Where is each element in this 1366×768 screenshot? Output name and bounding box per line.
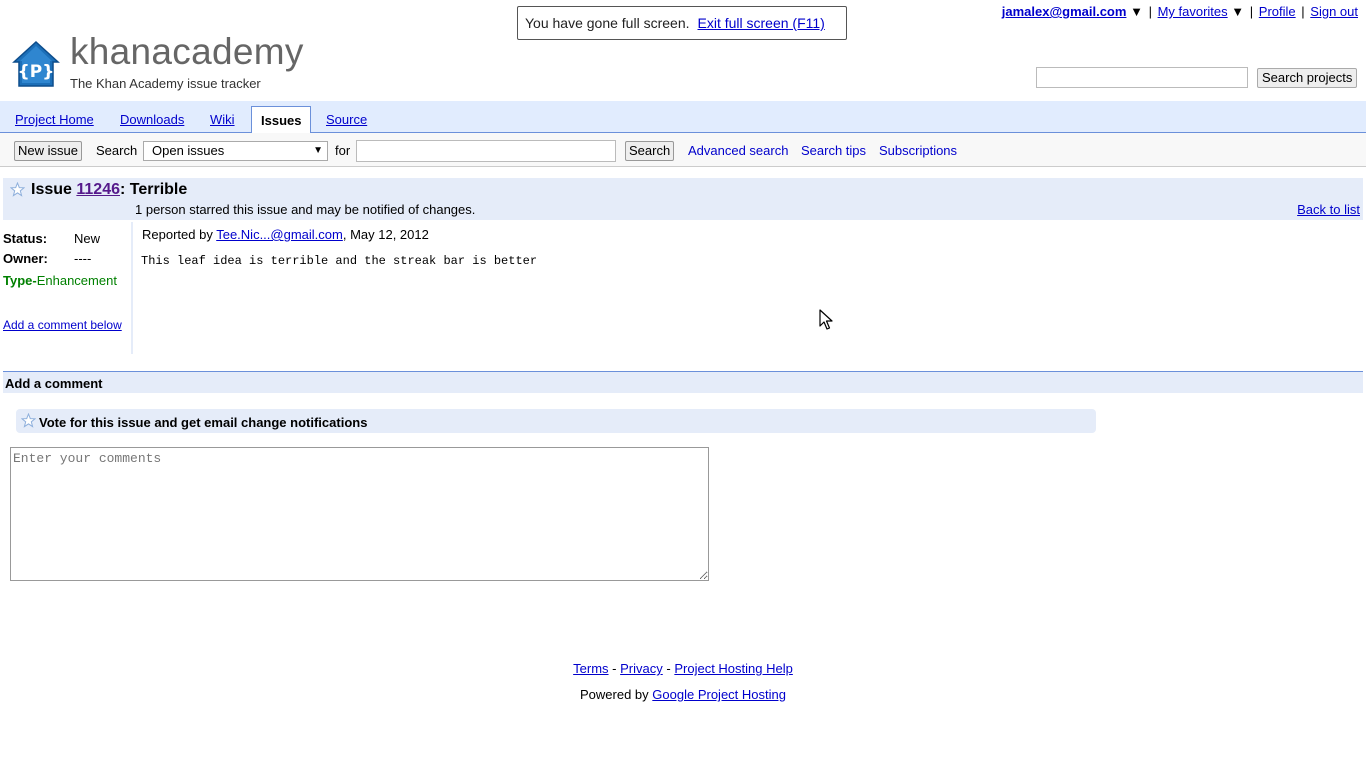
project-logo-icon[interactable]: {P}: [12, 40, 60, 88]
tab-wiki[interactable]: Wiki: [210, 112, 235, 127]
add-comment-title: Add a comment: [5, 376, 103, 391]
project-name[interactable]: khanacademy: [70, 31, 304, 73]
owner-value: ----: [74, 251, 92, 266]
privacy-link[interactable]: Privacy: [620, 661, 663, 676]
issue-description: This leaf idea is terrible and the strea…: [141, 254, 538, 268]
svg-text:{P}: {P}: [18, 62, 55, 82]
vote-label: Vote for this issue and get email change…: [39, 415, 368, 430]
reported-date: , May 12, 2012: [342, 227, 429, 242]
type-value: Enhancement: [36, 273, 117, 288]
type-key: Type-: [3, 273, 37, 288]
chevron-down-icon[interactable]: ▼: [1231, 4, 1244, 19]
reporter-link[interactable]: Tee.Nic...@gmail.com: [216, 227, 343, 242]
terms-link[interactable]: Terms: [573, 661, 608, 676]
new-issue-button[interactable]: New issue: [14, 141, 82, 161]
exit-fullscreen-link[interactable]: Exit full screen (F11): [698, 15, 825, 31]
tab-source[interactable]: Source: [326, 112, 367, 127]
vote-star-icon[interactable]: [21, 413, 36, 428]
search-label: Search: [96, 143, 138, 158]
issue-summary: : Terrible: [119, 181, 188, 198]
google-project-hosting-link[interactable]: Google Project Hosting: [652, 687, 786, 702]
back-to-list-link[interactable]: Back to list: [1297, 202, 1360, 217]
comment-textarea[interactable]: [10, 447, 709, 581]
project-search-input[interactable]: [1036, 67, 1248, 88]
profile-link[interactable]: Profile: [1259, 4, 1296, 19]
project-hosting-help-link[interactable]: Project Hosting Help: [674, 661, 793, 676]
footer-links: Terms - Privacy - Project Hosting Help: [0, 661, 1366, 676]
divider: [131, 222, 133, 354]
sign-out-link[interactable]: Sign out: [1310, 4, 1358, 19]
issue-title: Issue 11246: Terrible: [31, 181, 187, 199]
add-comment-below-link[interactable]: Add a comment below: [3, 318, 122, 332]
project-description: The Khan Academy issue tracker: [70, 76, 261, 91]
issue-scope-select[interactable]: Open issues ▼: [143, 141, 328, 161]
my-favorites-link[interactable]: My favorites: [1158, 4, 1228, 19]
add-comment-header: [3, 371, 1363, 393]
fullscreen-notice: You have gone full screen. Exit full scr…: [517, 6, 847, 40]
tab-downloads[interactable]: Downloads: [120, 112, 184, 127]
subscriptions-link[interactable]: Subscriptions: [879, 143, 957, 158]
star-icon[interactable]: [10, 182, 25, 197]
tab-issues[interactable]: Issues: [251, 106, 312, 133]
issue-id-link[interactable]: 11246: [76, 181, 120, 198]
issue-search-button[interactable]: Search: [625, 141, 675, 161]
separator: -: [612, 661, 617, 676]
fullscreen-message: You have gone full screen.: [525, 15, 690, 31]
issue-search-input[interactable]: [356, 140, 616, 162]
for-label: for: [335, 143, 351, 158]
type-label: Type-Enhancement: [3, 273, 117, 288]
status-value: New: [74, 231, 101, 246]
search-projects-button[interactable]: Search projects: [1257, 68, 1358, 88]
issue-scope-value: Open issues: [152, 143, 225, 158]
search-tips-link[interactable]: Search tips: [801, 143, 866, 158]
separator: |: [1249, 4, 1254, 19]
chevron-down-icon[interactable]: ▼: [1130, 4, 1143, 19]
status-key: Status:: [3, 231, 48, 246]
tab-bar: Project Home Downloads Wiki Issues Sourc…: [0, 101, 1366, 133]
tab-project-home[interactable]: Project Home: [15, 112, 94, 127]
dropdown-arrow-icon: ▼: [313, 145, 323, 156]
advanced-search-link[interactable]: Advanced search: [688, 143, 788, 158]
issue-prefix: Issue: [31, 181, 72, 198]
reported-by-label: Reported by: [142, 227, 213, 242]
footer-powered-by: Powered by Google Project Hosting: [0, 687, 1366, 702]
separator: -: [666, 661, 671, 676]
user-email-link[interactable]: jamalex@gmail.com: [1002, 4, 1127, 19]
powered-by-label: Powered by: [580, 687, 649, 702]
issue-toolbar: New issue Search Open issues ▼ for Searc…: [0, 133, 1366, 167]
mouse-cursor-icon: [819, 309, 833, 330]
star-count-text: 1 person starred this issue and may be n…: [135, 202, 476, 217]
owner-key: Owner:: [3, 251, 48, 266]
reported-by-line: Reported by Tee.Nic...@gmail.com, May 12…: [142, 227, 429, 242]
user-bar: jamalex@gmail.com ▼ | My favorites ▼ | P…: [1002, 4, 1358, 19]
separator: |: [1301, 4, 1305, 19]
separator: |: [1148, 4, 1152, 19]
